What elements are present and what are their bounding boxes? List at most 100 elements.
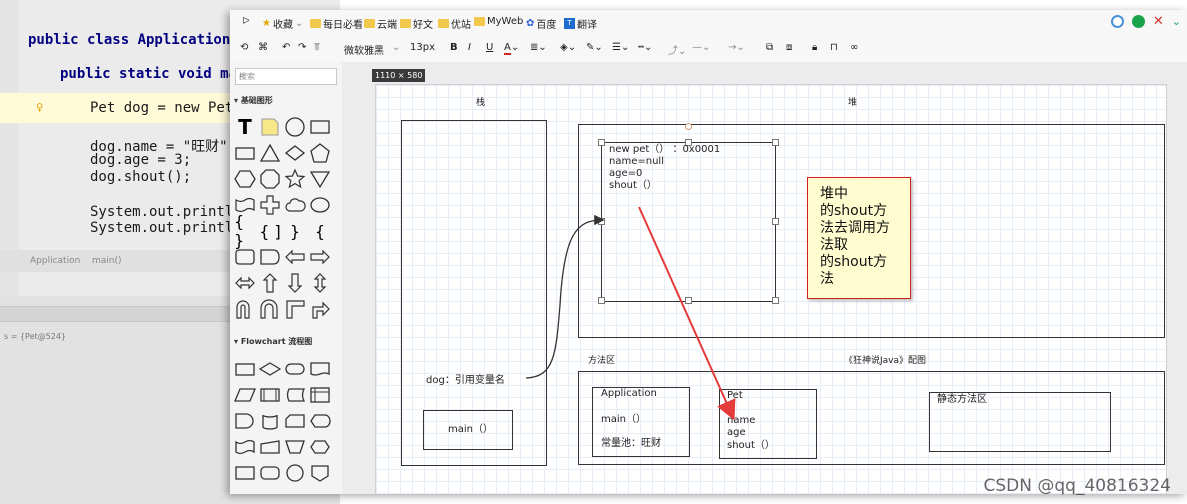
link-icon[interactable]: ∞ xyxy=(850,42,858,53)
document-shape-icon[interactable] xyxy=(309,358,331,380)
trapezoid-shape-icon[interactable] xyxy=(284,436,306,458)
triangle-shape-icon[interactable] xyxy=(259,142,281,164)
delay-shape-icon[interactable] xyxy=(234,410,256,432)
resize-handle[interactable] xyxy=(772,297,779,304)
lock-icon[interactable]: 🔒︎ xyxy=(812,42,817,53)
arrow-type-icon[interactable]: →⌄ xyxy=(728,42,745,53)
right-brace-shape-icon[interactable]: } xyxy=(284,220,306,242)
paint-icon[interactable]: ⫪ xyxy=(314,42,320,53)
decision-shape-icon[interactable] xyxy=(259,358,281,380)
cloud-shape-icon[interactable] xyxy=(284,194,306,216)
flow-rounded-shape-icon[interactable] xyxy=(259,462,281,484)
flow-rect-shape-icon[interactable] xyxy=(234,462,256,484)
terminator-shape-icon[interactable] xyxy=(284,358,306,380)
fill-color-icon[interactable]: ◈⌄ xyxy=(560,42,576,53)
send-back-icon[interactable]: ⧈ xyxy=(786,42,792,53)
resize-handle[interactable] xyxy=(598,297,605,304)
unlock-icon[interactable]: ⊓ xyxy=(830,42,838,53)
right-arrow-shape-icon[interactable] xyxy=(309,246,331,268)
resize-handle[interactable] xyxy=(598,139,605,146)
sidebar-toggle-icon[interactable]: ᐅ xyxy=(242,16,250,27)
internal-storage-shape-icon[interactable] xyxy=(309,384,331,406)
bookmark-folder[interactable]: 优站 xyxy=(438,16,471,31)
chevron-down-icon[interactable]: ⌄ xyxy=(392,42,400,53)
data-shape-icon[interactable] xyxy=(234,384,256,406)
close-icon[interactable]: ✕ xyxy=(1153,15,1164,28)
star-shape-icon[interactable] xyxy=(284,168,306,190)
diagram-page[interactable]: 栈 dog：引用变量名 main（） 堆 new pet（） ：0x0001 n… xyxy=(375,84,1167,494)
u-turn-shape-icon[interactable] xyxy=(234,298,256,320)
resize-handle[interactable] xyxy=(772,139,779,146)
up-arrow-shape-icon[interactable] xyxy=(259,272,281,294)
restore-icon[interactable] xyxy=(1131,15,1145,28)
resize-handle[interactable] xyxy=(772,218,779,225)
line-width-icon[interactable]: ☰⌄ xyxy=(612,42,629,53)
down-arrow-shape-icon[interactable] xyxy=(284,272,306,294)
search-icon[interactable]: ⌕ xyxy=(239,70,332,81)
bulb-icon[interactable]: ♀ xyxy=(36,100,43,114)
diamond-shape-icon[interactable] xyxy=(284,142,306,164)
note-shape-icon[interactable] xyxy=(259,116,281,138)
display-shape-icon[interactable] xyxy=(309,410,331,432)
debug-variable[interactable]: s = {Pet@524} xyxy=(4,332,66,341)
resize-handle[interactable] xyxy=(598,218,605,225)
shape-search-input[interactable]: 搜索 ⌕ xyxy=(235,68,337,85)
octagon-shape-icon[interactable] xyxy=(259,168,281,190)
diagram-canvas[interactable]: 1110 × 580 栈 dog：引用变量名 main（） 堆 new pet（… xyxy=(342,62,1187,494)
arch-shape-icon[interactable] xyxy=(259,298,281,320)
vertical-double-arrow-shape-icon[interactable] xyxy=(309,272,331,294)
undo-icon[interactable]: ↶ xyxy=(282,42,290,53)
cross-shape-icon[interactable] xyxy=(259,194,281,216)
section-basic-shapes[interactable]: ▾ 基础图形 xyxy=(234,95,273,106)
bookmark-favorites[interactable]: ★ 收藏 ⌄ xyxy=(262,16,303,31)
rectangle-shape-icon[interactable] xyxy=(309,116,331,138)
line-type-icon[interactable]: —⌄ xyxy=(692,42,710,53)
stored-data-shape-icon[interactable] xyxy=(284,384,306,406)
line-style-icon[interactable]: ┅⌄ xyxy=(638,42,652,53)
format-painter-icon[interactable]: ⌘ xyxy=(258,42,268,53)
underline-button[interactable]: U xyxy=(486,42,493,53)
connector-icon[interactable]: ⤴⌄ xyxy=(668,42,686,57)
bold-button[interactable]: B xyxy=(450,42,458,53)
hexagon-shape-icon[interactable] xyxy=(234,168,256,190)
resize-handle[interactable] xyxy=(685,297,692,304)
undo-history-icon[interactable]: ⟲ xyxy=(240,42,248,53)
bring-front-icon[interactable]: ⧉ xyxy=(766,42,773,53)
explanation-note[interactable]: 堆中 的shout方 法去调用方 法取 的shout方 法 xyxy=(807,177,911,299)
bent-arrow-shape-icon[interactable] xyxy=(309,298,331,320)
section-flowchart[interactable]: ▾ Flowchart 流程图 xyxy=(234,336,312,347)
chevron-down-icon[interactable]: ⌄ xyxy=(1172,15,1181,28)
corner-shape-icon[interactable] xyxy=(284,298,306,320)
preparation-shape-icon[interactable] xyxy=(309,436,331,458)
font-color-button[interactable]: A⌄ xyxy=(504,42,519,55)
off-page-shape-icon[interactable] xyxy=(309,462,331,484)
inverted-triangle-shape-icon[interactable] xyxy=(309,168,331,190)
rect-shape-icon[interactable] xyxy=(234,142,256,164)
ellipse-shape-icon[interactable] xyxy=(309,194,331,216)
connector-shape-icon[interactable] xyxy=(284,462,306,484)
minimize-icon[interactable] xyxy=(1110,15,1124,28)
document-shape-icon[interactable] xyxy=(259,246,281,268)
font-select[interactable]: 微软雅黑 xyxy=(344,42,384,57)
rotate-handle-icon[interactable] xyxy=(685,123,692,130)
line-color-icon[interactable]: ✎⌄ xyxy=(586,42,603,53)
font-size-select[interactable]: 13px xyxy=(410,42,435,53)
text-shape-icon[interactable]: T xyxy=(234,115,256,139)
bookmark-folder[interactable]: 好文 xyxy=(400,16,433,31)
rounded-rect-shape-icon[interactable] xyxy=(234,246,256,268)
process-shape-icon[interactable] xyxy=(234,358,256,380)
double-arrow-shape-icon[interactable] xyxy=(234,272,256,294)
card-shape-icon[interactable] xyxy=(284,410,306,432)
left-arrow-shape-icon[interactable] xyxy=(284,246,306,268)
left-brace-shape-icon[interactable]: { xyxy=(309,220,331,242)
redo-icon[interactable]: ↷ xyxy=(298,42,306,53)
breadcrumb-item[interactable]: main() xyxy=(92,256,122,266)
cylinder-shape-icon[interactable] xyxy=(259,410,281,432)
circle-shape-icon[interactable] xyxy=(284,116,306,138)
bookmark-translate[interactable]: T 翻译 xyxy=(564,16,597,31)
paper-tape-shape-icon[interactable] xyxy=(234,436,256,458)
predefined-process-shape-icon[interactable] xyxy=(259,384,281,406)
brace-shape-icon[interactable]: { } xyxy=(234,212,256,250)
bookmark-folder[interactable]: 云端 xyxy=(364,16,397,31)
breadcrumb-item[interactable]: Application xyxy=(30,256,80,266)
